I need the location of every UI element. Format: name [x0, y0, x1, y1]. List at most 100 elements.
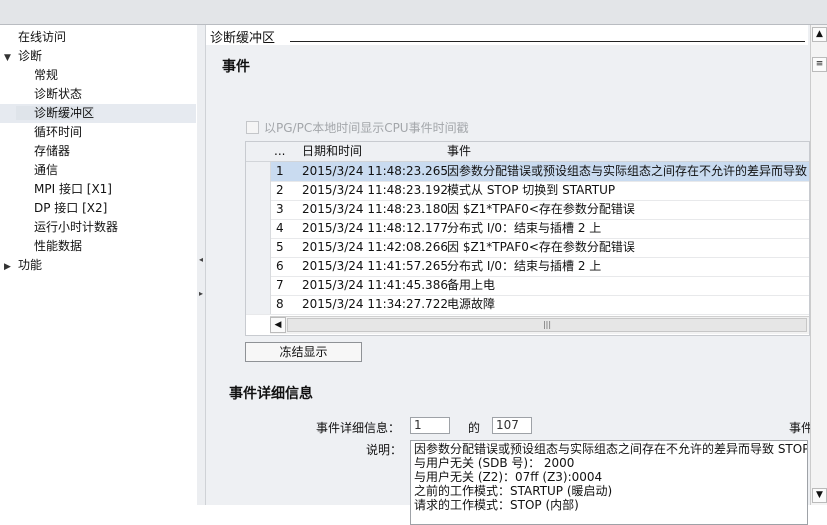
row-header[interactable] [246, 200, 271, 219]
cell-datetime: 2015/3/24 11:42:08.266 [302, 240, 448, 254]
description-line: 与用户无关 (SDB 号)： 2000 [414, 456, 575, 470]
cell-index: 3 [276, 202, 284, 216]
sidebar-item[interactable]: ▶ 功能 [0, 256, 196, 275]
row-header[interactable] [246, 219, 271, 238]
row-header[interactable] [246, 238, 271, 257]
row-header[interactable] [246, 181, 271, 200]
scroll-down-icon[interactable]: ▼ [812, 488, 827, 503]
details-title: 事件详细信息 [229, 386, 313, 402]
scroll-thumb-vertical[interactable]: ≡ [812, 57, 827, 72]
section-title: 诊断缓冲区 [210, 31, 276, 46]
sidebar-item-label: 循环时间 [34, 125, 83, 139]
cell-index: 2 [276, 183, 284, 197]
row-header[interactable] [246, 276, 271, 295]
cell-event: 模式从 STOP 切换到 STARTUP [447, 183, 616, 197]
divider [290, 41, 805, 42]
sidebar-item-label: 性能数据 [34, 239, 83, 253]
content-area: 事件 以PG/PC本地时间显示CPU事件时间戳 ... 日期和时间 事件 1 20… [206, 45, 813, 525]
cell-datetime: 2015/3/24 11:41:57.265 [302, 259, 448, 273]
description-line: 之前的工作模式：STARTUP (暖启动) [414, 484, 613, 498]
main-panel: 诊断缓冲区 事件 以PG/PC本地时间显示CPU事件时间戳 ... 日期和时间 … [206, 25, 827, 525]
sidebar-item[interactable]: 运行小时计数器 [0, 218, 196, 237]
table-row[interactable]: 2 2015/3/24 11:48:23.192 模式从 STOP 切换到 STAR… [246, 181, 809, 201]
section-header: 诊断缓冲区 [206, 25, 808, 46]
cell-datetime: 2015/3/24 11:48:23.192 [302, 183, 448, 197]
sidebar-item-label: 通信 [34, 163, 59, 177]
sidebar-item-label: 诊断状态 [34, 87, 83, 101]
cell-event: 备用上电 [447, 278, 496, 292]
details-total-field: 107 [492, 417, 532, 434]
header-index[interactable]: ... [274, 142, 285, 161]
sidebar-item[interactable]: 诊断缓冲区 [0, 104, 196, 123]
table-row[interactable]: 6 2015/3/24 11:41:57.265 分布式 I/0：结束与插槽 2 上 [246, 257, 809, 277]
sidebar-item[interactable]: 在线访问 [0, 28, 196, 47]
cell-datetime: 2015/3/24 11:34:27.722 [302, 297, 448, 311]
table-row[interactable]: 3 2015/3/24 11:48:23.180 因 $Z1*TPAF0<存在参数分… [246, 200, 809, 220]
collapse-left-icon[interactable]: ◂ [197, 255, 205, 265]
cell-event: 因参数分配错误或预设组态与实际组态之间存在不允许的差异而导致 [447, 164, 808, 178]
sidebar-item-label: 在线访问 [18, 30, 67, 44]
cell-event: 电源故障 [447, 297, 496, 311]
sidebar-item-label: 诊断 [18, 49, 43, 63]
cell-datetime: 2015/3/24 11:48:12.177 [302, 221, 448, 235]
sidebar-item-label: 诊断缓冲区 [16, 106, 95, 120]
details-index-field[interactable]: 1 [410, 417, 450, 434]
cell-datetime: 2015/3/24 11:48:23.265 [302, 164, 448, 178]
description-line: 与用户无关 (Z2)：07ff (Z3):0004 [414, 470, 603, 484]
header-event[interactable]: 事件 [447, 142, 471, 161]
cell-index: 4 [276, 221, 284, 235]
sidebar-item[interactable]: 诊断状态 [0, 85, 196, 104]
cell-index: 7 [276, 278, 284, 292]
cell-index: 5 [276, 240, 284, 254]
table-header: ... 日期和时间 事件 [246, 142, 809, 162]
sidebar-item[interactable]: 性能数据 [0, 237, 196, 256]
sidebar-item[interactable]: DP 接口 [X2] [0, 199, 196, 218]
details-of-label: 的 [468, 421, 481, 435]
checkbox-box[interactable] [246, 121, 259, 134]
sidebar-item-label: 运行小时计数器 [34, 220, 119, 234]
description-line: 请求的工作模式：STOP (内部) [414, 498, 579, 512]
local-time-checkbox[interactable]: 以PG/PC本地时间显示CPU事件时间戳 [246, 119, 469, 136]
description-label: 说明： [366, 443, 403, 457]
header-datetime[interactable]: 日期和时间 [302, 142, 362, 161]
scroll-thumb[interactable]: ||| [287, 318, 807, 332]
row-header[interactable] [246, 257, 271, 276]
table-row[interactable]: 4 2015/3/24 11:48:12.177 分布式 I/0：结束与插槽 2 上 [246, 219, 809, 239]
cell-index: 8 [276, 297, 284, 311]
description-box[interactable]: 因参数分配错误或预设组态与实际组态之间存在不允许的差异而导致 STOP 与用户无关… [410, 440, 808, 525]
sidebar-item[interactable]: 常规 [0, 66, 196, 85]
cell-index: 1 [276, 164, 284, 178]
sidebar-item-label: DP 接口 [X2] [34, 201, 108, 215]
sidebar-item-label: MPI 接口 [X1] [34, 182, 112, 196]
panel-splitter[interactable]: ◂ ▸ [197, 25, 206, 505]
event-table: ... 日期和时间 事件 1 2015/3/24 11:48:23.265 因参数分… [245, 141, 810, 336]
freeze-display-button[interactable]: 冻结显示 [245, 342, 362, 362]
checkbox-label: 以PG/PC本地时间显示CPU事件时间戳 [264, 121, 469, 135]
scroll-left-icon[interactable]: ◀ [270, 317, 286, 333]
sidebar-item[interactable]: 存储器 [0, 142, 196, 161]
sidebar-item[interactable]: MPI 接口 [X1] [0, 180, 196, 199]
cell-event: 分布式 I/0：结束与插槽 2 上 [447, 259, 602, 273]
sidebar-item[interactable]: 循环时间 [0, 123, 196, 142]
table-row[interactable]: 5 2015/3/24 11:42:08.266 因 $Z1*TPAF0<存在参数分… [246, 238, 809, 258]
row-header[interactable] [246, 162, 271, 181]
table-row[interactable]: 8 2015/3/24 11:34:27.722 电源故障 [246, 295, 809, 315]
horizontal-scrollbar[interactable]: ◀ ||| [270, 316, 809, 334]
events-title: 事件 [222, 59, 250, 75]
table-row[interactable]: 7 2015/3/24 11:41:45.386 备用上电 [246, 276, 809, 296]
row-header[interactable] [246, 295, 271, 314]
scroll-up-icon[interactable]: ▲ [812, 27, 827, 42]
sidebar-item-label: 功能 [18, 258, 43, 272]
cell-index: 6 [276, 259, 284, 273]
details-label: 事件详细信息： [316, 421, 401, 435]
sidebar-item-label: 存储器 [34, 144, 71, 158]
expand-right-icon[interactable]: ▸ [197, 289, 205, 299]
sidebar-item-label: 常规 [34, 68, 59, 82]
sidebar-item[interactable]: 通信 [0, 161, 196, 180]
triangle-right-icon[interactable]: ▶ [4, 258, 16, 277]
vertical-scrollbar[interactable]: ▲ ≡ ▼ [810, 25, 827, 505]
table-row[interactable]: 1 2015/3/24 11:48:23.265 因参数分配错误或预设组态与实际组态… [246, 162, 809, 182]
cell-datetime: 2015/3/24 11:48:23.180 [302, 202, 448, 216]
sidebar-tree: 在线访问 ▼ 诊断常规诊断状态诊断缓冲区循环时间存储器通信 MPI 接口 [X1] DP… [0, 25, 198, 505]
sidebar-item[interactable]: ▼ 诊断 [0, 47, 196, 66]
